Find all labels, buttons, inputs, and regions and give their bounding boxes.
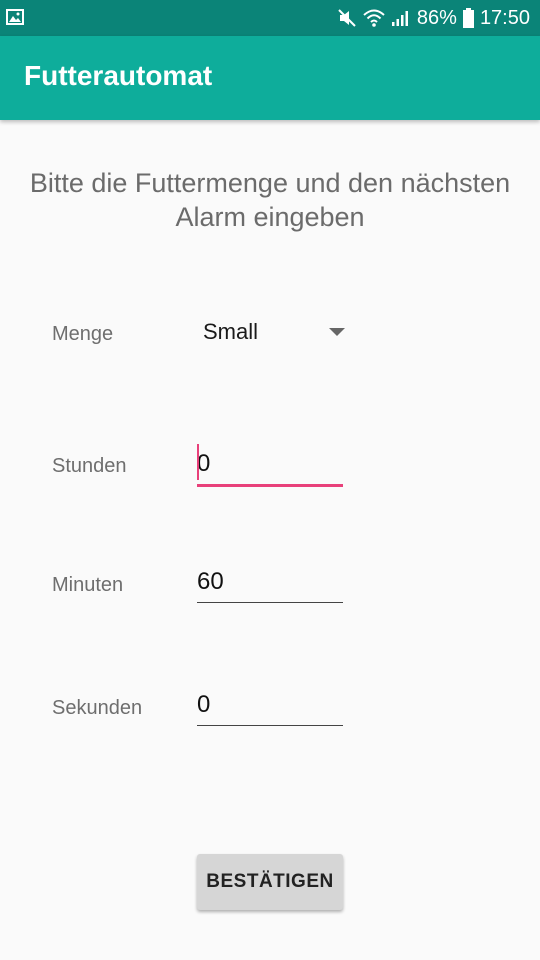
- status-bar: 86% 17:50: [0, 0, 540, 36]
- battery-percentage: 86%: [416, 6, 457, 29]
- menge-dropdown[interactable]: Small: [197, 312, 347, 352]
- clock: 17:50: [479, 6, 530, 29]
- stunden-label: Stunden: [52, 455, 127, 477]
- image-icon: [6, 9, 24, 25]
- text-cursor: [197, 444, 199, 480]
- wifi-icon: [363, 8, 385, 28]
- minuten-label: Minuten: [52, 574, 124, 596]
- dropdown-arrow-icon: [329, 328, 345, 336]
- sekunden-label: Sekunden: [52, 697, 143, 719]
- mute-icon: [337, 8, 357, 28]
- instruction-line-1: Bitte die Futtermenge und den nächsten: [29, 168, 511, 198]
- stunden-input[interactable]: [197, 444, 343, 487]
- sekunden-input[interactable]: [197, 685, 343, 726]
- instruction-line-2: Alarm eingeben: [175, 202, 365, 232]
- confirm-button[interactable]: BESTÄTIGEN: [197, 854, 343, 910]
- app-title: Futterautomat: [24, 60, 213, 91]
- app-bar: Futterautomat: [0, 36, 540, 120]
- instruction-text: Bitte die Futtermenge und den nächsten A…: [0, 166, 540, 234]
- battery-icon: [462, 8, 474, 28]
- status-indicators: 86% 17:50: [337, 0, 530, 36]
- minuten-input[interactable]: [197, 562, 343, 603]
- signal-icon: [391, 9, 411, 27]
- menge-label: Menge: [52, 323, 114, 345]
- menge-selected-value: Small: [203, 319, 259, 344]
